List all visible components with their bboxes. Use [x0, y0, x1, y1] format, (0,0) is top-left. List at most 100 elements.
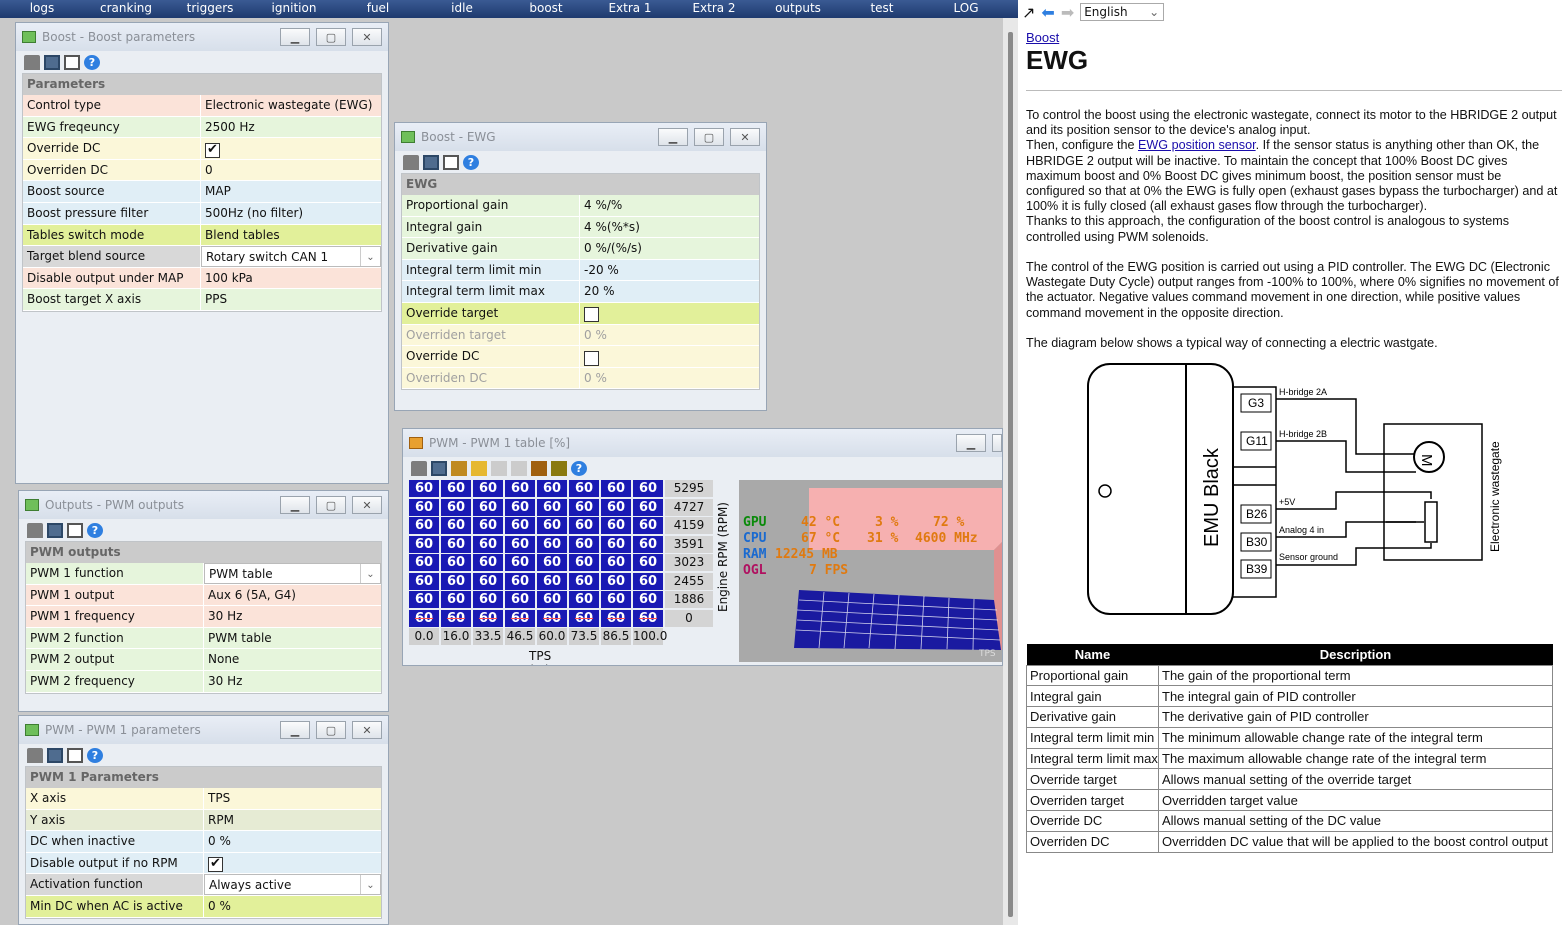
table-cell[interactable]: 60 [601, 517, 631, 534]
param-value[interactable]: ✔ [204, 852, 381, 874]
param-value[interactable]: 0 %/(%/s) [580, 238, 759, 259]
table-cell[interactable]: 60 [409, 609, 439, 627]
screen-icon[interactable] [64, 54, 80, 70]
table-cell[interactable]: 60 [473, 609, 503, 627]
table-cell[interactable]: 60 [441, 609, 471, 627]
param-row[interactable]: Integral gain 4 %(%*s) [402, 216, 759, 239]
table-cell[interactable]: 60 [441, 591, 471, 608]
3d-chart[interactable]: GPU CPU RAM OGL 42 °C 3 % 72 % 67 °C 31 … [739, 480, 1003, 662]
tps-axis-value[interactable]: 73.5 [569, 628, 599, 645]
param-row[interactable]: Integral term limit min -20 % [402, 259, 759, 282]
param-value[interactable]: 0 % [580, 367, 759, 389]
param-value[interactable]: MAP [201, 181, 381, 202]
workspace-scrollbar[interactable] [1003, 18, 1018, 925]
table-cell[interactable]: 60 [569, 517, 599, 534]
param-value[interactable]: 2500 Hz [201, 116, 381, 138]
table-cell[interactable]: 60 [441, 535, 471, 553]
table-cell[interactable]: 60 [633, 480, 663, 497]
param-row[interactable]: Control type Electronic wastegate (EWG) [23, 95, 381, 117]
param-value[interactable]: 0 % [204, 895, 381, 917]
param-row[interactable]: Disable output if no RPM ✔ [26, 852, 381, 875]
table-cell[interactable]: 60 [505, 480, 535, 497]
minimize-button[interactable]: ▁ [658, 128, 688, 146]
table-cell[interactable]: 60 [537, 517, 567, 534]
table-cell[interactable]: 60 [537, 498, 567, 516]
rpm-axis-value[interactable]: 5295 [665, 480, 713, 497]
param-value[interactable]: RPM [204, 809, 381, 831]
window-titlebar[interactable]: PWM - PWM 1 parameters ▁ ▢ ✕ [19, 716, 388, 744]
table-cell[interactable]: 60 [473, 498, 503, 516]
table-cell[interactable]: 60 [633, 535, 663, 553]
table-cell[interactable]: 60 [633, 554, 663, 571]
table-cell[interactable]: 60 [473, 535, 503, 553]
table-cell[interactable]: 60 [601, 498, 631, 516]
save-icon[interactable] [47, 522, 63, 538]
param-value[interactable]: TPS [204, 788, 381, 809]
table-cell[interactable]: 60 [569, 572, 599, 590]
columns-icon[interactable] [491, 460, 507, 476]
menu-tab-triggers[interactable]: triggers [168, 0, 252, 18]
tps-axis-value[interactable]: 33.5 [473, 628, 503, 645]
minimize-button[interactable]: ▁ [280, 28, 310, 46]
param-value[interactable]: 30 Hz [204, 606, 381, 627]
table-cell[interactable]: 60 [537, 535, 567, 553]
param-value[interactable]: PPS [201, 289, 381, 310]
table-cell[interactable]: 60 [409, 591, 439, 608]
help-icon[interactable]: ? [87, 522, 103, 538]
param-value[interactable]: Electronic wastegate (EWG) [201, 95, 381, 116]
table-cell[interactable]: 60 [409, 517, 439, 534]
help-icon[interactable]: ? [84, 54, 100, 70]
menu-tab-test[interactable]: test [840, 0, 924, 18]
param-value[interactable]: -20 % [580, 259, 759, 281]
rpm-axis-value[interactable]: 4159 [665, 517, 713, 534]
table-cell[interactable]: 60 [505, 554, 535, 571]
table-cell[interactable]: 60 [569, 535, 599, 553]
table-cell[interactable]: 60 [505, 498, 535, 516]
param-row[interactable]: Boost source MAP [23, 181, 381, 203]
param-value[interactable]: Always active ⌄ [204, 874, 381, 895]
open-icon[interactable] [403, 154, 419, 170]
tps-axis-value[interactable]: 16.0 [441, 628, 471, 645]
scrollbar-thumb[interactable] [1008, 32, 1013, 917]
param-row[interactable]: EWG freqeuncy 2500 Hz [23, 116, 381, 139]
close-button[interactable]: ✕ [352, 496, 382, 514]
param-row[interactable]: Y axis RPM [26, 809, 381, 832]
param-row[interactable]: Boost target X axis PPS [23, 289, 381, 311]
param-value[interactable]: Rotary switch CAN 1 ⌄ [201, 246, 381, 267]
close-button[interactable]: ✕ [730, 128, 760, 146]
menu-tab-outputs[interactable]: outputs [756, 0, 840, 18]
table-cell[interactable]: 60 [441, 498, 471, 516]
param-value[interactable]: None [204, 649, 381, 670]
maximize-button[interactable]: ▢ [694, 128, 724, 146]
save-icon[interactable] [423, 154, 439, 170]
table-cell[interactable]: 60 [505, 572, 535, 590]
table-cell[interactable]: 60 [537, 572, 567, 590]
minimize-button[interactable]: ▁ [956, 434, 986, 452]
help-icon[interactable]: ? [463, 154, 479, 170]
menu-tab-boost[interactable]: boost [504, 0, 588, 18]
param-row[interactable]: Boost pressure filter 500Hz (no filter) [23, 202, 381, 225]
param-row[interactable]: DC when inactive 0 % [26, 831, 381, 853]
language-select[interactable]: English ⌄ [1080, 3, 1165, 21]
maximize-button[interactable] [992, 434, 1002, 452]
param-row[interactable]: PWM 2 function PWM table [26, 627, 381, 650]
param-value[interactable] [580, 302, 759, 324]
checkbox[interactable]: ✔ [205, 142, 220, 158]
chevron-down-icon[interactable]: ⌄ [360, 247, 380, 266]
param-row[interactable]: PWM 2 output None [26, 649, 381, 671]
param-row[interactable]: PWM 1 frequency 30 Hz [26, 606, 381, 628]
edit-icon[interactable] [471, 460, 487, 476]
save-icon[interactable] [431, 460, 447, 476]
param-value[interactable]: 0 % [204, 831, 381, 852]
table-cell[interactable]: 60 [441, 480, 471, 497]
chevron-down-icon[interactable]: ⌄ [360, 564, 380, 583]
table-cell[interactable]: 60 [441, 572, 471, 590]
table-cell[interactable]: 60 [601, 591, 631, 608]
screen-icon[interactable] [443, 154, 459, 170]
table-cell[interactable]: 60 [409, 554, 439, 571]
table-cell[interactable]: 60 [473, 572, 503, 590]
param-value[interactable] [580, 346, 759, 367]
rpm-axis-value[interactable]: 1886 [665, 591, 713, 608]
param-row[interactable]: Integral term limit max 20 % [402, 281, 759, 303]
maximize-button[interactable]: ▢ [316, 721, 346, 739]
